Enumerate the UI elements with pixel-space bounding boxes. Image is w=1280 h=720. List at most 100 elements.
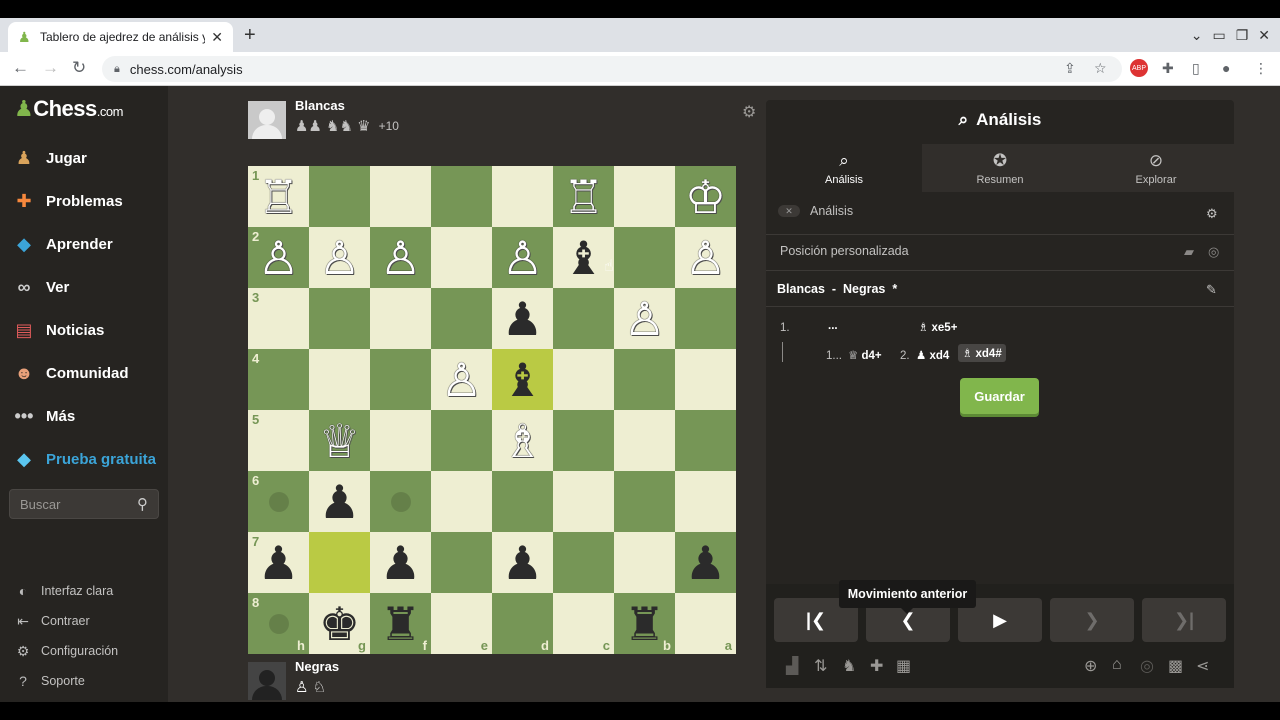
share-icon[interactable]: ⇪: [1064, 60, 1076, 77]
board-settings-gear-icon[interactable]: ⚙: [742, 102, 756, 122]
square-b2[interactable]: [614, 227, 675, 288]
white-pawn-icon[interactable]: ♙: [441, 357, 482, 403]
white-rook-icon[interactable]: ♖: [258, 174, 299, 220]
edit-icon[interactable]: ✎: [1206, 282, 1217, 298]
move-xd4[interactable]: ♟ xd4: [916, 348, 949, 362]
nav-ver[interactable]: ∞ Ver: [10, 272, 70, 302]
white-king-icon[interactable]: ♔: [685, 174, 726, 220]
minimize-icon[interactable]: ▭: [1212, 27, 1225, 44]
search-input[interactable]: Buscar ⚲: [9, 489, 159, 519]
square-e2[interactable]: [431, 227, 492, 288]
square-g8[interactable]: g ♚: [309, 593, 370, 654]
square-f4[interactable]: [370, 349, 431, 410]
square-g7[interactable]: [309, 532, 370, 593]
white-pawn-icon[interactable]: ♙: [685, 235, 726, 281]
sub-soporte[interactable]: ? Soporte: [12, 671, 85, 691]
square-c5[interactable]: [553, 410, 614, 471]
nav-jugar[interactable]: ♟ Jugar: [10, 143, 87, 173]
white-pawn-icon[interactable]: ♙: [258, 235, 299, 281]
square-e6[interactable]: [431, 471, 492, 532]
square-a1[interactable]: ♔: [675, 166, 736, 227]
save-button[interactable]: Guardar: [960, 378, 1039, 414]
black-bishop-icon[interactable]: ♝: [502, 357, 543, 403]
square-c8[interactable]: c: [553, 593, 614, 654]
square-h5[interactable]: 5: [248, 410, 309, 471]
browser-tab[interactable]: ♟ Tablero de ajedrez de análisis y e ✕: [8, 22, 233, 52]
black-rook-icon[interactable]: ♜: [624, 601, 665, 647]
search-icon[interactable]: ⚲: [137, 495, 148, 513]
black-king-icon[interactable]: ♚: [319, 601, 360, 647]
black-pawn-icon[interactable]: ♟: [380, 540, 421, 586]
black-pawn-icon[interactable]: ♟: [502, 296, 543, 342]
move-hint-dot[interactable]: [390, 491, 411, 512]
square-f3[interactable]: [370, 288, 431, 349]
close-tab-icon[interactable]: ✕: [211, 29, 223, 46]
white-pawn-icon[interactable]: ♙: [319, 235, 360, 281]
square-f6[interactable]: [370, 471, 431, 532]
chess-logo[interactable]: ♟Chess.com: [14, 96, 123, 122]
square-a6[interactable]: [675, 471, 736, 532]
tab-search-icon[interactable]: ⌄: [1191, 27, 1203, 44]
square-h7[interactable]: 7 ♟: [248, 532, 309, 593]
url-field[interactable]: 🔒︎ chess.com/analysis: [102, 56, 1122, 82]
square-a5[interactable]: [675, 410, 736, 471]
square-g1[interactable]: [309, 166, 370, 227]
square-b1[interactable]: [614, 166, 675, 227]
square-b7[interactable]: [614, 532, 675, 593]
back-icon[interactable]: ←: [12, 58, 29, 78]
compass-small-icon[interactable]: ◎: [1208, 244, 1219, 260]
tab-analisis[interactable]: ⌕ Análisis: [766, 144, 922, 192]
square-e4[interactable]: ♙: [431, 349, 492, 410]
square-c6[interactable]: [553, 471, 614, 532]
nav-mas[interactable]: ••• Más: [10, 401, 76, 431]
square-f5[interactable]: [370, 410, 431, 471]
square-b4[interactable]: [614, 349, 675, 410]
square-a8[interactable]: a: [675, 593, 736, 654]
black-pawn-icon[interactable]: ♟: [319, 479, 360, 525]
share-icon[interactable]: ⋖: [1196, 656, 1209, 676]
square-g6[interactable]: ♟: [309, 471, 370, 532]
new-tab-button[interactable]: +: [244, 24, 256, 47]
move-hint-dot[interactable]: [268, 613, 289, 634]
square-a7[interactable]: ♟: [675, 532, 736, 593]
white-queen-icon[interactable]: ♕: [319, 418, 360, 464]
square-e8[interactable]: e: [431, 593, 492, 654]
last-move-button[interactable]: ❯|: [1142, 598, 1226, 642]
sub-configuracion[interactable]: ⚙ Configuración: [12, 641, 118, 661]
black-pawn-icon[interactable]: ♟: [685, 540, 726, 586]
nav-aprender[interactable]: ◆ Aprender: [10, 229, 113, 259]
square-e1[interactable]: [431, 166, 492, 227]
sub-contraer[interactable]: ⇤ Contraer: [12, 611, 90, 631]
adblock-icon[interactable]: ABP: [1130, 59, 1148, 77]
square-b6[interactable]: [614, 471, 675, 532]
white-pawn-icon[interactable]: ♙: [624, 296, 665, 342]
flip-board-icon[interactable]: ⇅: [814, 656, 827, 676]
square-d2[interactable]: ♙: [492, 227, 553, 288]
square-c7[interactable]: [553, 532, 614, 593]
black-bishop-icon[interactable]: ♝: [563, 235, 604, 281]
square-c3[interactable]: [553, 288, 614, 349]
tab-explorar[interactable]: ⊘ Explorar: [1078, 144, 1234, 192]
profile-icon[interactable]: ●: [1222, 60, 1230, 76]
add-icon[interactable]: ✚: [870, 656, 883, 676]
square-d3[interactable]: ♟: [492, 288, 553, 349]
square-e7[interactable]: [431, 532, 492, 593]
extensions-icon[interactable]: ✚: [1162, 60, 1174, 77]
museum-icon[interactable]: ⌂: [1112, 656, 1122, 674]
square-h2[interactable]: 2 ♙: [248, 227, 309, 288]
zoom-icon[interactable]: ⊕: [1084, 656, 1097, 676]
analysis-toggle[interactable]: ✕: [778, 205, 800, 217]
square-b3[interactable]: ♙: [614, 288, 675, 349]
square-d7[interactable]: ♟: [492, 532, 553, 593]
next-move-button[interactable]: ❯: [1050, 598, 1134, 642]
reload-icon[interactable]: ↻: [72, 58, 86, 78]
book-icon[interactable]: ▰: [1184, 244, 1194, 260]
move-xd4-mate-current[interactable]: ♗ xd4#: [958, 344, 1006, 362]
sub-interfaz-clara[interactable]: ◐ Interfaz clara: [12, 581, 114, 601]
nav-prueba-gratuita[interactable]: ◆ Prueba gratuita: [10, 444, 156, 474]
square-e3[interactable]: [431, 288, 492, 349]
clapper-icon[interactable]: ▩: [1168, 656, 1183, 676]
black-rook-icon[interactable]: ♜: [380, 601, 421, 647]
nav-comunidad[interactable]: ☻ Comunidad: [10, 358, 129, 388]
bookmark-star-icon[interactable]: ☆: [1094, 60, 1107, 77]
